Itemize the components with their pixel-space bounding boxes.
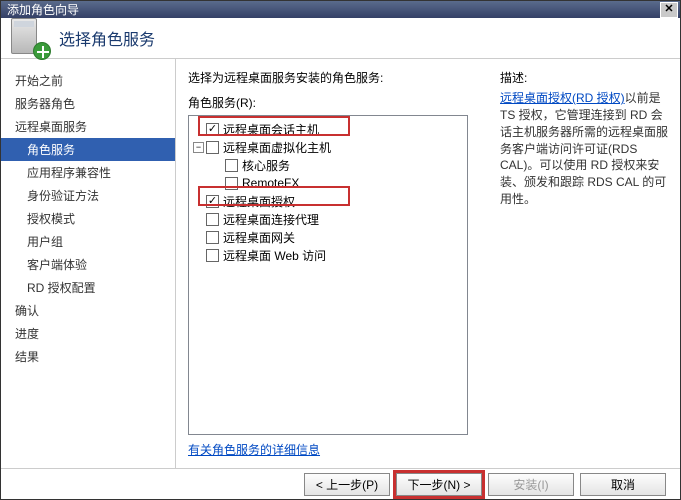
content: 选择为远程桌面服务安装的角色服务: 角色服务(R): 远程桌面会话主机−远程桌面… xyxy=(176,59,680,468)
tree-item-label: RemoteFX xyxy=(242,176,299,190)
checkbox[interactable] xyxy=(206,195,219,208)
server-plus-icon xyxy=(11,18,49,58)
description-text: 远程桌面授权(RD 授权)以前是 TS 授权，它管理连接到 RD 会话主机服务器… xyxy=(500,90,670,208)
sidebar-item[interactable]: 客户端体验 xyxy=(1,253,175,276)
sidebar: 开始之前服务器角色远程桌面服务角色服务应用程序兼容性身份验证方法授权模式用户组客… xyxy=(1,59,176,468)
cancel-button[interactable]: 取消 xyxy=(580,473,666,496)
tree-label: 角色服务(R): xyxy=(188,94,492,111)
tree-item[interactable]: 远程桌面会话主机 xyxy=(191,120,465,138)
checkbox[interactable] xyxy=(206,123,219,136)
tree-item-label: 远程桌面会话主机 xyxy=(223,121,319,138)
description-link[interactable]: 远程桌面授权(RD 授权) xyxy=(500,91,625,105)
checkbox[interactable] xyxy=(225,177,238,190)
description-title: 描述: xyxy=(500,69,670,86)
checkbox[interactable] xyxy=(206,231,219,244)
close-button[interactable]: ✕ xyxy=(660,2,678,18)
more-info-row: 有关角色服务的详细信息 xyxy=(188,435,492,468)
sidebar-item[interactable]: 远程桌面服务 xyxy=(1,115,175,138)
page-title: 选择角色服务 xyxy=(59,26,155,50)
checkbox[interactable] xyxy=(206,141,219,154)
checkbox[interactable] xyxy=(225,159,238,172)
sidebar-item[interactable]: 身份验证方法 xyxy=(1,184,175,207)
sidebar-item[interactable]: 授权模式 xyxy=(1,207,175,230)
header: 选择角色服务 xyxy=(1,18,680,59)
tree-item[interactable]: RemoteFX xyxy=(191,174,465,192)
checkbox[interactable] xyxy=(206,213,219,226)
sidebar-item[interactable]: 进度 xyxy=(1,322,175,345)
tree-item-label: 远程桌面 Web 访问 xyxy=(223,247,326,264)
instruction-text: 选择为远程桌面服务安装的角色服务: xyxy=(188,69,492,86)
tree-item-label: 核心服务 xyxy=(242,157,290,174)
sidebar-item[interactable]: 开始之前 xyxy=(1,69,175,92)
install-button: 安装(I) xyxy=(488,473,574,496)
sidebar-item[interactable]: 服务器角色 xyxy=(1,92,175,115)
tree-item-label: 远程桌面虚拟化主机 xyxy=(223,139,331,156)
window-title: 添加角色向导 xyxy=(3,1,660,18)
tree-item[interactable]: 远程桌面授权 xyxy=(191,192,465,210)
expand-icon[interactable]: − xyxy=(193,142,204,153)
wizard-window: 添加角色向导 ✕ 选择角色服务 开始之前服务器角色远程桌面服务角色服务应用程序兼… xyxy=(0,0,681,500)
tree-item-label: 远程桌面网关 xyxy=(223,229,295,246)
sidebar-item[interactable]: 用户组 xyxy=(1,230,175,253)
sidebar-item[interactable]: RD 授权配置 xyxy=(1,276,175,299)
footer: < 上一步(P) 下一步(N) > 安装(I) 取消 xyxy=(1,468,680,499)
sidebar-item[interactable]: 结果 xyxy=(1,345,175,368)
titlebar: 添加角色向导 ✕ xyxy=(1,1,680,18)
tree-item[interactable]: 远程桌面连接代理 xyxy=(191,210,465,228)
sidebar-item[interactable]: 应用程序兼容性 xyxy=(1,161,175,184)
next-button[interactable]: 下一步(N) > xyxy=(396,473,482,496)
main-panel: 选择为远程桌面服务安装的角色服务: 角色服务(R): 远程桌面会话主机−远程桌面… xyxy=(176,59,500,468)
tree-item[interactable]: 核心服务 xyxy=(191,156,465,174)
sidebar-item[interactable]: 角色服务 xyxy=(1,138,175,161)
body: 开始之前服务器角色远程桌面服务角色服务应用程序兼容性身份验证方法授权模式用户组客… xyxy=(1,59,680,468)
sidebar-item[interactable]: 确认 xyxy=(1,299,175,322)
role-services-tree[interactable]: 远程桌面会话主机−远程桌面虚拟化主机核心服务RemoteFX远程桌面授权远程桌面… xyxy=(188,115,468,435)
tree-item[interactable]: − 远程桌面虚拟化主机 xyxy=(191,138,465,156)
prev-button[interactable]: < 上一步(P) xyxy=(304,473,390,496)
description-panel: 描述: 远程桌面授权(RD 授权)以前是 TS 授权，它管理连接到 RD 会话主… xyxy=(500,59,680,468)
more-info-link[interactable]: 有关角色服务的详细信息 xyxy=(188,443,320,457)
description-body: 以前是 TS 授权，它管理连接到 RD 会话主机服务器所需的远程桌面服务客户端访… xyxy=(500,91,668,206)
tree-item-label: 远程桌面授权 xyxy=(223,193,295,210)
tree-item[interactable]: 远程桌面网关 xyxy=(191,228,465,246)
checkbox[interactable] xyxy=(206,249,219,262)
tree-item-label: 远程桌面连接代理 xyxy=(223,211,319,228)
tree-item[interactable]: 远程桌面 Web 访问 xyxy=(191,246,465,264)
